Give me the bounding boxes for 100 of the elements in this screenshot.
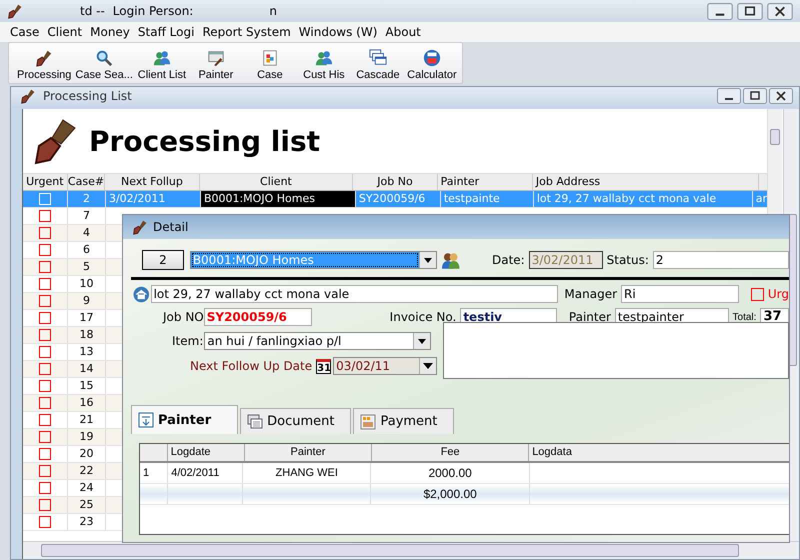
- urgent-checkbox[interactable]: [39, 380, 51, 392]
- table-cell: 23: [68, 514, 106, 530]
- table-cell: SY200059/6: [356, 191, 441, 207]
- menu-item[interactable]: About: [381, 25, 425, 39]
- manager-field[interactable]: Ri: [621, 285, 740, 303]
- table-cell: 1: [140, 463, 168, 483]
- close-button[interactable]: [766, 2, 794, 20]
- follow-up-date-dropdown[interactable]: 03/02/11: [333, 357, 438, 375]
- table-cell: 9: [68, 293, 106, 309]
- column-header[interactable]: Painter: [438, 174, 533, 190]
- urgent-checkbox[interactable]: [751, 288, 764, 300]
- column-header[interactable]: Job Address: [532, 174, 760, 190]
- stacked-windows-icon: [247, 414, 264, 430]
- dropdown-arrow-icon: [418, 338, 426, 344]
- urgent-checkbox[interactable]: [39, 397, 51, 409]
- horizontal-scrollbar[interactable]: [23, 541, 799, 559]
- table-cell: $2,000.00: [371, 484, 530, 504]
- urgent-checkbox[interactable]: [39, 244, 51, 256]
- table-cell: 10: [68, 276, 106, 292]
- table-row[interactable]: 2 3/02/2011 B0001:MOJO Homes SY200059/6 testpainte lot 29, 27 wallaby cct mona vale ar: [23, 191, 769, 208]
- status-field[interactable]: 2: [652, 251, 789, 269]
- minimize-button[interactable]: [717, 88, 741, 104]
- table-cell: 25: [68, 497, 106, 513]
- urgent-checkbox[interactable]: [39, 414, 51, 426]
- dropdown-arrow-icon: [423, 363, 434, 369]
- urgent-label: Urg: [768, 287, 789, 301]
- urgent-checkbox[interactable]: [39, 312, 51, 324]
- menu-item[interactable]: Case: [6, 25, 44, 39]
- column-header[interactable]: Job No: [353, 174, 438, 190]
- toolbar-button[interactable]: Painter: [188, 43, 243, 83]
- tab[interactable]: Payment: [353, 408, 454, 434]
- minimize-button[interactable]: [706, 2, 734, 20]
- total-label: Total:: [732, 312, 756, 322]
- menu-item[interactable]: Client: [43, 25, 86, 39]
- menu-item[interactable]: Staff Logi: [134, 25, 198, 39]
- toolbar-button[interactable]: Processing: [15, 43, 74, 83]
- people-icon[interactable]: [440, 250, 460, 270]
- table-cell: 20: [68, 446, 106, 462]
- tab[interactable]: Painter: [131, 405, 238, 434]
- home-icon[interactable]: [133, 286, 150, 302]
- toolbar-button[interactable]: Calculator: [404, 43, 459, 83]
- menu-item[interactable]: Report System: [198, 25, 295, 39]
- urgent-checkbox[interactable]: [39, 516, 51, 528]
- urgent-checkbox[interactable]: [39, 482, 51, 494]
- urgent-checkbox[interactable]: [39, 261, 51, 273]
- urgent-checkbox[interactable]: [39, 363, 51, 375]
- menu-item[interactable]: Windows (W): [294, 25, 382, 39]
- table-cell: 14: [68, 361, 106, 377]
- urgent-checkbox[interactable]: [39, 227, 51, 239]
- table-cell: 16: [68, 395, 106, 411]
- urgent-checkbox[interactable]: [39, 210, 51, 222]
- tab[interactable]: Document: [240, 408, 352, 434]
- scrollbar-thumb[interactable]: [770, 129, 780, 145]
- maximize-button[interactable]: [743, 88, 767, 104]
- urgent-checkbox[interactable]: [39, 448, 51, 460]
- brush-icon: [19, 88, 37, 104]
- table-cell: testpainte: [440, 191, 534, 207]
- calendar-icon[interactable]: 31: [316, 358, 332, 374]
- brush-icon: [35, 49, 54, 67]
- item-dropdown[interactable]: an hui / fanlingxiao p/l: [204, 332, 432, 350]
- job-no-label: Job NO: [163, 310, 204, 324]
- toolbar-button[interactable]: Cust His: [296, 43, 351, 83]
- calculator-icon: [422, 49, 441, 67]
- brush-icon: [131, 219, 149, 235]
- urgent-checkbox[interactable]: [39, 278, 51, 290]
- urgent-checkbox[interactable]: [39, 346, 51, 358]
- form-icon: [138, 412, 154, 428]
- list-heading: Processing list: [89, 124, 320, 158]
- urgent-checkbox[interactable]: [39, 465, 51, 477]
- toolbar-button[interactable]: Case: [242, 43, 297, 83]
- people-icon: [152, 49, 171, 67]
- urgent-checkbox[interactable]: [39, 499, 51, 511]
- table-cell: 18: [68, 327, 106, 343]
- date-label: Date:: [492, 253, 525, 267]
- scrollbar-thumb[interactable]: [41, 544, 739, 557]
- close-button[interactable]: [769, 88, 793, 104]
- painter-label: Painter: [568, 310, 611, 324]
- column-header[interactable]: Case#: [68, 174, 106, 190]
- case-number-button[interactable]: 2: [142, 250, 184, 270]
- table-cell: 19: [68, 429, 106, 445]
- urgent-checkbox[interactable]: [39, 431, 51, 443]
- job-no-field[interactable]: SY200059/6: [204, 308, 312, 326]
- column-header[interactable]: Client: [200, 174, 354, 190]
- vertical-scrollbar[interactable]: [767, 109, 782, 214]
- maximize-button[interactable]: [736, 2, 764, 20]
- toolbar-button[interactable]: Case Sea...: [73, 43, 135, 83]
- table-cell: ZHANG WEI: [242, 463, 372, 483]
- table-cell: 7: [68, 208, 106, 224]
- urgent-checkbox[interactable]: [39, 295, 51, 307]
- address-field[interactable]: lot 29, 27 wallaby cct mona vale: [150, 285, 558, 303]
- notes-field[interactable]: [443, 322, 789, 379]
- column-header[interactable]: Next Follup: [105, 174, 200, 190]
- menu-item[interactable]: Money: [86, 25, 134, 39]
- title-text: Login Person:: [112, 4, 194, 18]
- urgent-checkbox[interactable]: [39, 329, 51, 341]
- table-cell: 22: [68, 463, 106, 479]
- toolbar-button[interactable]: Client List: [134, 43, 189, 83]
- column-header[interactable]: Urgent: [23, 174, 68, 190]
- grid-icon: [360, 414, 376, 430]
- toolbar-button[interactable]: Cascade: [350, 43, 405, 83]
